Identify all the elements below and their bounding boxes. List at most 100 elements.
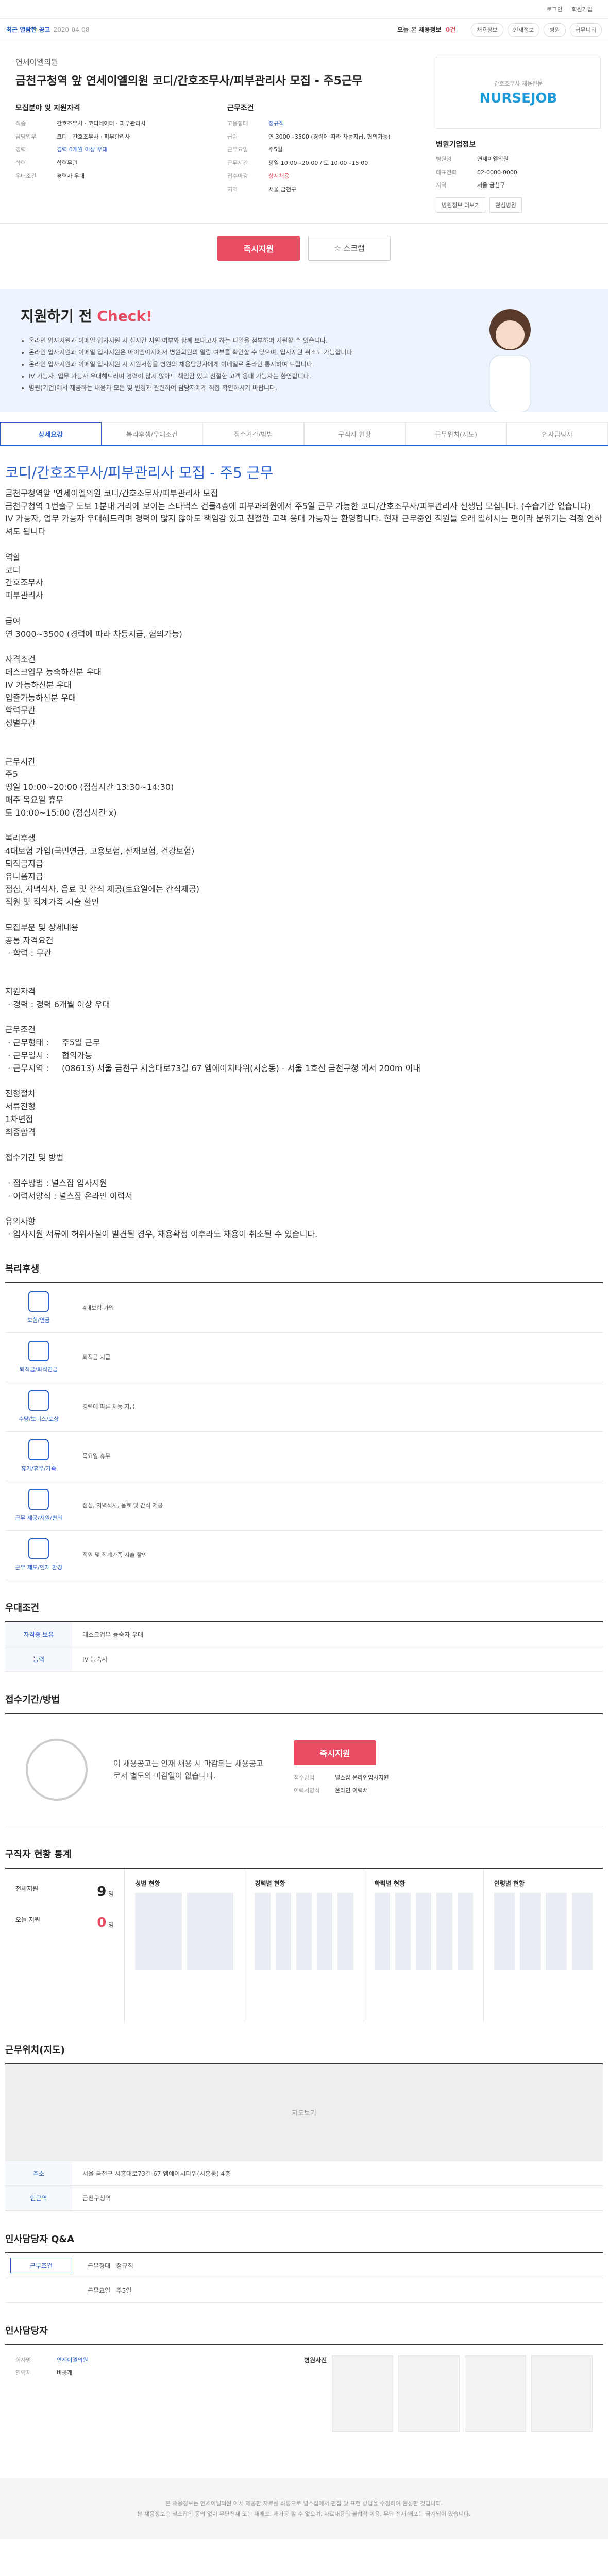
hospital-heading: 병원기업정보 [436, 141, 476, 149]
cond-key: 근무요일 [227, 146, 248, 154]
welfare-row: 퇴직금/퇴직연금 퇴직금 지급 [5, 1333, 603, 1382]
method-apply-button[interactable]: 즉시지원 [294, 1740, 376, 1765]
cond-value: 주5일 [268, 146, 283, 154]
recruit-value: 간호조무사 · 코디네이터 · 피부관리사 [57, 120, 146, 127]
menu-item[interactable]: 커뮤니티 [569, 23, 602, 37]
star-icon: ☆ [334, 243, 344, 253]
stats-panel: 전체지원 9 명 오늘 지원 0 명 성별 현황 경력별 현황 학력별 현황 연령별… [5, 1867, 603, 2022]
map-view[interactable]: 지도보기 [5, 2063, 603, 2161]
hospital-more-button[interactable]: 병원정보 더보기 [436, 197, 486, 213]
vacation-icon [28, 1439, 49, 1461]
cond-value: 상시채용 [268, 173, 290, 180]
check-item: 온라인 입사지원과 이메일 입사지원은 아이엠이지에서 병원회원의 열람 여부를… [29, 348, 354, 357]
apply-button[interactable]: 즉시지원 [217, 235, 300, 261]
cond-key: 고용형태 [227, 120, 248, 127]
welfare-row: 휴가/휴무/가족 목요일 휴무 [5, 1432, 603, 1481]
manager-heading: 인사담당자 [5, 2325, 48, 2336]
method-box: 이 채용공고는 인재 채용 시 마감되는 채용공고로서 별도의 마감일이 없습니… [5, 1713, 603, 1826]
qna-tab[interactable]: 근무조건 [10, 2258, 72, 2274]
job-detail: 코디/간호조무사/피부관리사 모집 - 주5 근무 금천구청역앞 '연세이엘의원… [0, 446, 608, 2458]
recent-badge: 최근 열람한 공고 [6, 26, 50, 33]
nurse-illustration [489, 309, 531, 412]
cond-key: 급여 [227, 133, 238, 140]
menu-item[interactable]: 병원 [544, 23, 566, 37]
detail-tabs: 상세요강 복리후생/우대조건 접수기간/방법 구직자 현황 근무위치(지도) 인… [0, 422, 608, 446]
cond-key: 지역 [227, 185, 238, 193]
join-link[interactable]: 회원가입 [572, 5, 593, 13]
insurance-icon [28, 1291, 49, 1312]
bonus-icon [28, 1390, 49, 1411]
total-count: 9 [97, 1884, 107, 1900]
cond-key: 근무시간 [227, 159, 248, 166]
check-item: 온라인 입사지원과 이메일 입사지원 시 실시간 지원 여부와 함께 보내고자 … [29, 336, 354, 345]
tab-location[interactable]: 근무위치(지도) [405, 422, 507, 445]
recruit-heading: 모집분야 및 지원자격 [15, 104, 80, 112]
tab-method[interactable]: 접수기간/방법 [202, 422, 305, 445]
qna-heading: 인사담당자 Q&A [5, 2233, 74, 2245]
environment-icon [28, 1538, 49, 1560]
recruit-key: 경력 [15, 146, 26, 154]
sub-menu: 채용정보 인재정보 병원 커뮤니티 [471, 23, 602, 37]
today-viewed[interactable]: 오늘 본 채용정보 0건 [397, 25, 455, 34]
hospital-value: 02-0000-0000 [477, 168, 517, 176]
hospital-key: 병원명 [436, 156, 452, 162]
today-count: 0 [97, 1914, 107, 1930]
welfare-row: 수당/보너스/포상 경력에 따른 차등 지급 [5, 1382, 603, 1432]
clock-icon [26, 1739, 88, 1801]
welfare-row: 보험/연금 4대보험 가입 [5, 1283, 603, 1333]
check-item: IV 가능자, 업무 가능자 우대해드리며 경력이 많지 않아도 책임감 있고 … [29, 371, 354, 380]
photo-slot [332, 2355, 394, 2432]
tab-detail[interactable]: 상세요강 [0, 422, 102, 445]
login-link[interactable]: 로그인 [547, 5, 562, 13]
method-heading: 접수기간/방법 [5, 1694, 60, 1705]
action-row: 즉시지원 ☆ 스크랩 [0, 224, 608, 273]
qna-table: 근무조건 근무형태 정규직 근무요일 주5일 [5, 2252, 603, 2303]
recruit-key: 우대조건 [15, 173, 37, 180]
hospital-key: 대표전화 [436, 168, 457, 176]
preference-row: 능력 IV 능숙자 [5, 1647, 603, 1672]
favorite-hospital-button[interactable]: 관심병원 [489, 197, 522, 213]
address-table: 주소 서울 금천구 시흥대로73길 67 엠에이치타워(시흥동) 4층 인근역 금천… [5, 2161, 603, 2211]
hospital-logo: 간호조무사 채용전문 NURSEJOB [436, 57, 601, 129]
post-date: 2020-04-08 [53, 26, 90, 33]
recruit-value: 경력자 우대 [57, 173, 85, 180]
tab-stats[interactable]: 구직자 현황 [304, 422, 406, 445]
job-header: 연세이엘의원 금천구청역 앞 연세이엘의원 코디/간호조무사/피부관리사 모집 … [0, 41, 608, 224]
welfare-table: 보험/연금 4대보험 가입 퇴직금/퇴직연금 퇴직금 지급 수당/보너스/포상 경력에… [5, 1282, 603, 1580]
hospital-panel: 간호조무사 채용전문 NURSEJOB 병원기업정보 병원명 연세이엘의원 대표전… [436, 57, 601, 213]
menu-item[interactable]: 채용정보 [471, 23, 503, 37]
sub-bar: 최근 열람한 공고 2020-04-08 오늘 본 채용정보 0건 채용정보 인… [0, 19, 608, 41]
photo-slot [398, 2355, 460, 2432]
recruit-key: 직종 [15, 120, 26, 127]
menu-item[interactable]: 인재정보 [507, 23, 540, 37]
preference-heading: 우대조건 [5, 1602, 40, 1614]
hospital-value: 연세이엘의원 [477, 156, 509, 162]
detail-title: 코디/간호조무사/피부관리사 모집 - 주5 근무 [5, 464, 274, 481]
welfare-row: 근무 제도/인재 환경 직원 및 직계가족 시술 할인 [5, 1531, 603, 1580]
welfare-row: 근무 제공/지원/편의 점심, 저녁식사, 음료 및 간식 제공 [5, 1481, 603, 1531]
method-text: 이 채용공고는 인재 채용 시 마감되는 채용공고로서 별도의 마감일이 없습니… [113, 1759, 263, 1781]
preference-row: 자격증 보유 데스크업무 능숙자 우대 [5, 1622, 603, 1647]
cond-key: 접수마감 [227, 173, 248, 180]
tab-manager[interactable]: 인사담당자 [506, 422, 608, 445]
check-banner: 지원하기 전 Check! 온라인 입사지원과 이메일 입사지원 시 실시간 지… [0, 288, 608, 412]
pension-icon [28, 1341, 49, 1362]
footer: 본 채용정보는 연세이엘의원 에서 제공한 자료를 바탕으로 널스잡에서 편집 … [0, 2478, 608, 2540]
recruit-key: 담당업무 [15, 133, 37, 140]
check-item: 온라인 입사지원과 이메일 입사지원 시 지원서항을 병원의 채용담당자에게 이… [29, 360, 354, 368]
cond-value: 평일 10:00~20:00 / 토 10:00~15:00 [268, 159, 368, 166]
recruit-value: 경력 6개월 이상 우대 [57, 146, 108, 154]
hospital-photos: 병원사진 [304, 2355, 593, 2432]
check-item: 병원(기업)에서 제공하는 내용과 모든 및 변경과 관련하여 담당자에게 직접… [29, 383, 354, 392]
condition-info: 근무조건 고용형태 정규직 급여 연 3000~3500 (경력에 따라 차등지급,… [227, 103, 424, 198]
tab-welfare[interactable]: 복리후생/우대조건 [101, 422, 203, 445]
condition-heading: 근무조건 [227, 104, 254, 112]
scrap-button[interactable]: ☆ 스크랩 [308, 235, 391, 261]
check-title: 지원하기 전 Check! [21, 308, 153, 325]
manager-box: 회사명 연세이엘의원 연락처 비공개 병원사진 [5, 2344, 603, 2442]
recruit-key: 학력 [15, 159, 26, 166]
photo-slot [465, 2355, 527, 2432]
stats-heading: 구직자 현황 통계 [5, 1849, 72, 1860]
cond-value: 서울 금천구 [268, 185, 297, 193]
top-bar: 로그인 회원가입 [0, 0, 608, 19]
